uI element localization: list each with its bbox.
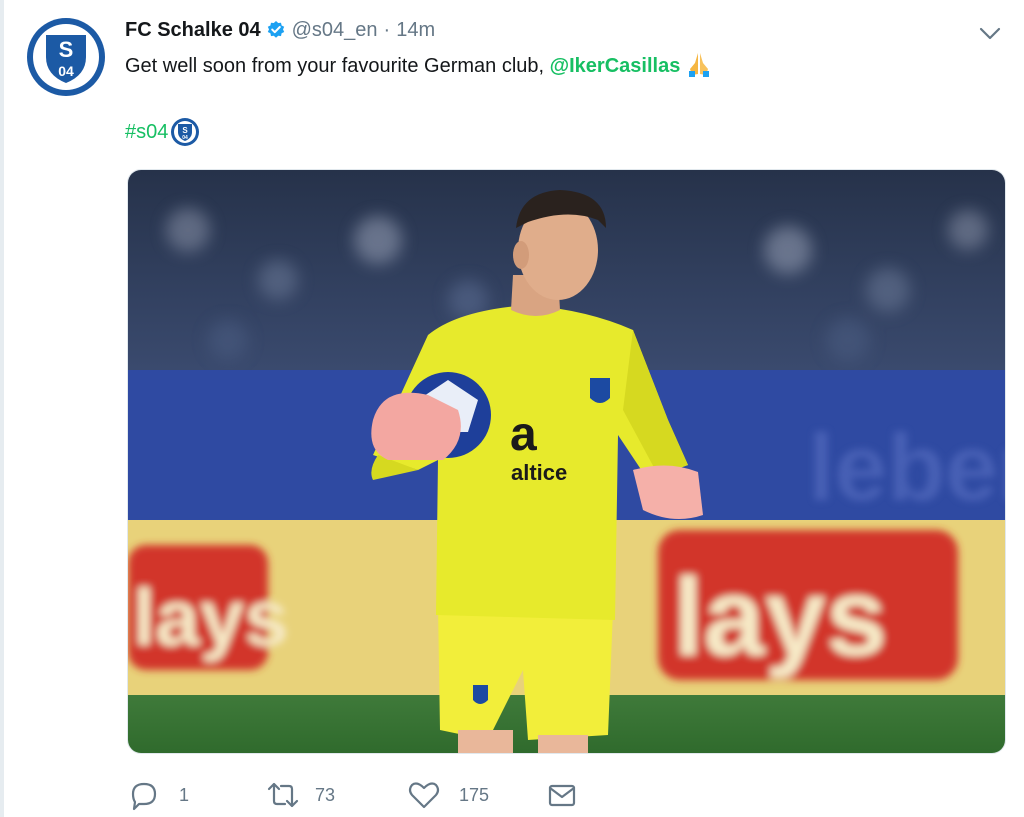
reply-count: 1 — [179, 784, 190, 805]
svg-text:a: a — [510, 408, 537, 461]
author-name[interactable]: FC Schalke 04 — [125, 19, 261, 42]
goalkeeper-photo: leben lays lays a — [128, 170, 1006, 753]
svg-text:S: S — [183, 126, 189, 135]
s04-crest-icon: S 04 — [170, 117, 200, 147]
svg-text:S: S — [59, 37, 74, 62]
reply-icon — [131, 782, 157, 811]
chevron-down-icon[interactable] — [975, 18, 1005, 48]
tweet-header: FC Schalke 04 @s04_en · 14m — [125, 15, 435, 45]
direct-message-button[interactable] — [545, 778, 579, 812]
board-text-right: lays — [673, 556, 887, 679]
like-button[interactable]: 175 — [407, 778, 489, 812]
retweet-count: 73 — [315, 784, 336, 805]
timestamp[interactable]: 14m — [396, 19, 435, 42]
avatar[interactable]: S 04 — [26, 17, 106, 97]
svg-text:04: 04 — [58, 63, 74, 79]
hashtag-link[interactable]: #s04 — [125, 117, 168, 147]
verified-badge-icon — [266, 20, 286, 40]
pray-emoji-icon — [684, 49, 714, 79]
retweet-button[interactable]: 73 — [265, 778, 335, 812]
envelope-icon — [548, 784, 576, 807]
tweet-actions: 1 73 175 — [127, 778, 587, 812]
svg-text:04: 04 — [183, 135, 189, 141]
timeline-border — [0, 0, 4, 817]
hashtag-line: #s04 S 04 — [125, 117, 200, 147]
jersey-sponsor-text: altice — [511, 460, 567, 485]
tweet-text-body: Get well soon from your favourite German… — [125, 55, 550, 77]
like-count: 175 — [459, 784, 490, 805]
svg-text:leben: leben — [808, 415, 1006, 521]
tweet-media-photo[interactable]: leben lays lays a — [127, 169, 1006, 754]
reply-button[interactable]: 1 — [127, 778, 189, 812]
schalke-crest-icon: S 04 — [27, 18, 105, 96]
heart-icon — [408, 782, 440, 809]
separator-dot: · — [383, 18, 391, 41]
author-handle[interactable]: @s04_en — [292, 19, 378, 42]
mention-link[interactable]: @IkerCasillas — [550, 55, 681, 77]
retweet-icon — [267, 782, 299, 808]
tweet-text: Get well soon from your favourite German… — [125, 49, 714, 81]
board-text-left: lays — [133, 573, 289, 662]
